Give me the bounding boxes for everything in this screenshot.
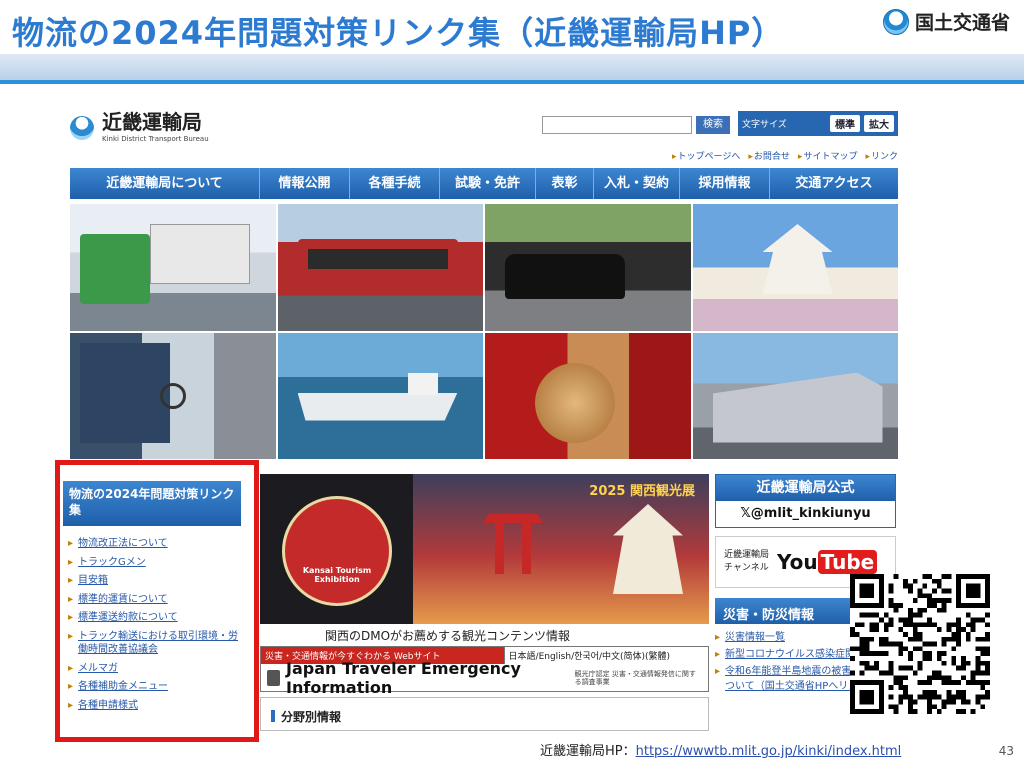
utility-links: トップページへ お問合せ サイトマップ リンク bbox=[672, 149, 898, 162]
japan-traveler-emergency-banner[interactable]: 災害・交通情報が今すぐわかる Webサイト 日本語/English/한국어/中文… bbox=[260, 646, 709, 697]
nav-awards[interactable]: 表彰 bbox=[536, 168, 594, 199]
highlighted-sidebar: 物流の2024年問題対策リンク集 物流改正法について トラックGメン 目安箱 標… bbox=[55, 460, 259, 742]
photo-truck bbox=[70, 204, 276, 331]
website-screenshot: 近畿運輸局 Kinki District Transport Bureau 検索… bbox=[55, 100, 900, 742]
nav-about[interactable]: 近畿運輸局について bbox=[70, 168, 260, 199]
title-stripe bbox=[0, 54, 1024, 84]
photo-wheelchair-bus bbox=[70, 332, 276, 459]
site-logo[interactable]: 近畿運輸局 Kinki District Transport Bureau bbox=[70, 112, 209, 143]
global-nav: 近畿運輸局について 情報公開 各種手続 試験・免許 表彰 入札・契約 採用情報 … bbox=[70, 168, 898, 199]
photo-train bbox=[692, 332, 898, 459]
sidebar-item-logistics-law[interactable]: 物流改正法について bbox=[68, 537, 246, 551]
official-x-account[interactable]: 近畿運輸局公式 𝕏@mlit_kinkiunyu bbox=[715, 474, 896, 528]
slide-title: 物流の2024年問題対策リンク集（近畿運輸局HP） bbox=[12, 14, 785, 52]
emergency-note: 観光庁認定 災害・交通情報発信に関する調査事業 bbox=[574, 669, 696, 686]
font-size-label: 文字サイズ bbox=[742, 120, 787, 130]
photo-bus bbox=[277, 204, 483, 331]
x-handle: 𝕏@mlit_kinkiunyu bbox=[740, 506, 871, 521]
banner-a-text: Kansai Tourism Exhibition bbox=[302, 566, 372, 584]
sidebar-item-subsidies[interactable]: 各種補助金メニュー bbox=[68, 680, 246, 694]
banner-b-title: 2025 関西観光展 bbox=[589, 484, 695, 499]
search-button[interactable]: 検索 bbox=[696, 116, 730, 134]
font-large-button[interactable]: 拡大 bbox=[864, 115, 894, 132]
photo-propeller bbox=[485, 332, 691, 459]
sidebar-heading: 物流の2024年問題対策リンク集 bbox=[63, 481, 241, 526]
ministry-logo: 国土交通省 bbox=[882, 8, 1010, 35]
link-sitemap[interactable]: サイトマップ bbox=[798, 149, 857, 162]
photo-taxi bbox=[485, 204, 691, 331]
nav-bids-contracts[interactable]: 入札・契約 bbox=[594, 168, 680, 199]
sidebar-item-standard-terms[interactable]: 標準運送約款について bbox=[68, 611, 246, 625]
ministry-name: 国土交通省 bbox=[914, 12, 1010, 34]
font-size-control: 文字サイズ 標準 拡大 bbox=[738, 111, 898, 136]
link-contact[interactable]: お問合せ bbox=[748, 149, 790, 162]
youtube-logo-icon: You Tube bbox=[777, 550, 878, 574]
photo-ship bbox=[277, 332, 483, 459]
font-standard-button[interactable]: 標準 bbox=[830, 115, 860, 132]
nav-disclosure[interactable]: 情報公開 bbox=[260, 168, 350, 199]
photo-osaka-castle bbox=[692, 204, 898, 331]
ministry-emblem-icon bbox=[882, 8, 909, 35]
footer-link[interactable]: https://wwwtb.mlit.go.jp/kinki/index.htm… bbox=[636, 744, 902, 759]
nav-exams-licenses[interactable]: 試験・免許 bbox=[440, 168, 536, 199]
nav-access[interactable]: 交通アクセス bbox=[770, 168, 898, 199]
qr-code bbox=[850, 574, 990, 714]
sidebar-item-forms[interactable]: 各種申請様式 bbox=[68, 699, 246, 713]
official-heading: 近畿運輸局公式 bbox=[716, 475, 895, 501]
site-name: 近畿運輸局 bbox=[102, 110, 202, 134]
dmo-caption[interactable]: 関西のDMOがお薦めする観光コンテンツ情報 bbox=[325, 627, 570, 644]
kansai-expo-banner[interactable]: 2025 関西観光展 bbox=[413, 474, 709, 624]
photo-grid bbox=[70, 204, 898, 459]
link-top-page[interactable]: トップページへ bbox=[672, 149, 741, 162]
page-number: 43 bbox=[998, 744, 1014, 758]
sidebar-item-standard-fares[interactable]: 標準的運賃について bbox=[68, 593, 246, 607]
search-input[interactable] bbox=[542, 116, 692, 134]
sidebar-item-council[interactable]: トラック輸送における取引環境・労働時間改善協議会 bbox=[68, 630, 246, 657]
nav-procedures[interactable]: 各種手続 bbox=[350, 168, 440, 199]
nav-recruit[interactable]: 採用情報 bbox=[680, 168, 770, 199]
bureau-emblem-icon bbox=[70, 115, 94, 140]
emergency-title: Japan Traveler Emergency Information bbox=[286, 659, 521, 697]
sidebar-item-truck-gmen[interactable]: トラックGメン bbox=[68, 556, 246, 570]
field-info-heading: 分野別情報 bbox=[260, 697, 709, 731]
footer-url: 近畿運輸局HP：https://wwwtb.mlit.go.jp/kinki/i… bbox=[540, 740, 901, 759]
link-links[interactable]: リンク bbox=[865, 149, 898, 162]
emergency-icon bbox=[267, 670, 281, 686]
youtube-text-1: 近畿運輸局 bbox=[724, 550, 770, 561]
kansai-tourism-banner[interactable]: Kansai Tourism Exhibition bbox=[260, 474, 413, 624]
youtube-text-2: チャンネル bbox=[724, 563, 769, 573]
sidebar-item-newsletter[interactable]: メルマガ bbox=[68, 662, 246, 676]
sidebar-link-list: 物流改正法について トラックGメン 目安箱 標準的運賃について 標準運送約款につ… bbox=[68, 537, 246, 717]
sidebar-item-suggestion-box[interactable]: 目安箱 bbox=[68, 574, 246, 588]
footer-label: 近畿運輸局HP： bbox=[540, 744, 636, 759]
site-name-en: Kinki District Transport Bureau bbox=[102, 135, 209, 143]
